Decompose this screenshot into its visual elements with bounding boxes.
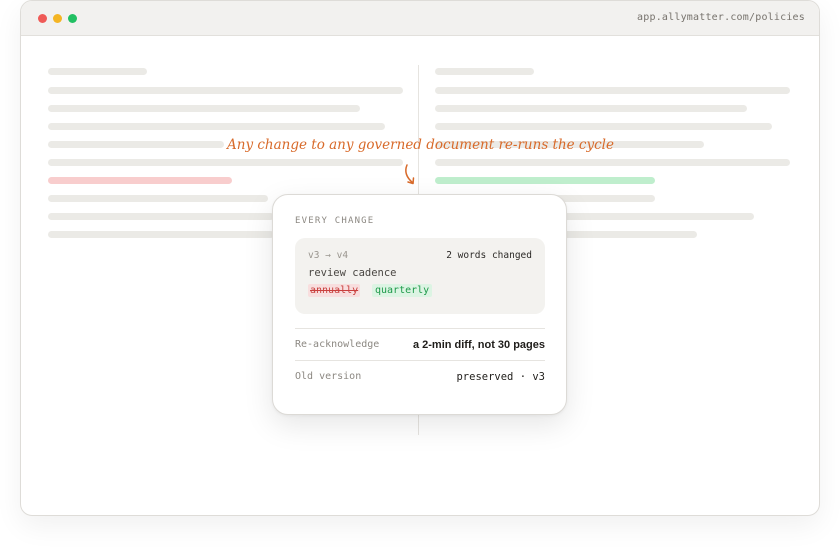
added-line-highlight — [435, 177, 655, 184]
old-doc-line — [48, 123, 385, 130]
old-doc-title-line — [48, 68, 147, 75]
row-value: a 2-min diff, not 30 pages — [412, 339, 545, 351]
row-value: preserved · v3 — [456, 371, 545, 383]
old-doc-line — [48, 105, 360, 112]
diff-box: v3 → v4 2 words changed review cadence a… — [295, 238, 545, 314]
change-summary-card: EVERY CHANGE v3 → v4 2 words changed rev… — [272, 194, 567, 415]
handwritten-annotation: Any change to any governed document re-r… — [227, 137, 614, 153]
address-bar[interactable]: app.allymatter.com/policies — [637, 12, 805, 23]
version-transition: v3 → v4 — [308, 250, 349, 261]
new-doc-title-line — [435, 68, 534, 75]
maximize-window-button[interactable] — [68, 14, 77, 23]
row-label: Old version — [295, 371, 362, 382]
minimize-window-button[interactable] — [53, 14, 62, 23]
old-version-row: Old version preserved · v3 — [295, 360, 545, 393]
browser-window: app.allymatter.com/policies Any change t… — [20, 0, 820, 516]
old-doc-line — [48, 87, 403, 94]
removed-word: annually — [308, 284, 361, 297]
added-word: quarterly — [372, 284, 433, 297]
close-window-button[interactable] — [38, 14, 47, 23]
words-changed-count: 2 words changed — [446, 250, 532, 261]
new-doc-line — [435, 87, 790, 94]
title-bar: app.allymatter.com/policies — [21, 1, 819, 36]
reacknowledge-row: Re-acknowledge a 2-min diff, not 30 page… — [295, 328, 545, 361]
changed-field-name: review cadence — [308, 267, 397, 279]
curved-arrow-icon — [405, 164, 415, 185]
old-doc-line — [48, 231, 274, 238]
new-doc-line — [435, 105, 747, 112]
row-label: Re-acknowledge — [295, 339, 380, 350]
old-doc-line — [48, 195, 268, 202]
old-doc-line — [48, 141, 224, 148]
card-eyebrow: EVERY CHANGE — [295, 216, 375, 226]
old-doc-line — [48, 213, 274, 220]
old-doc-line — [48, 159, 403, 166]
removed-line-highlight — [48, 177, 232, 184]
new-doc-line — [435, 123, 772, 130]
new-doc-line — [435, 159, 790, 166]
